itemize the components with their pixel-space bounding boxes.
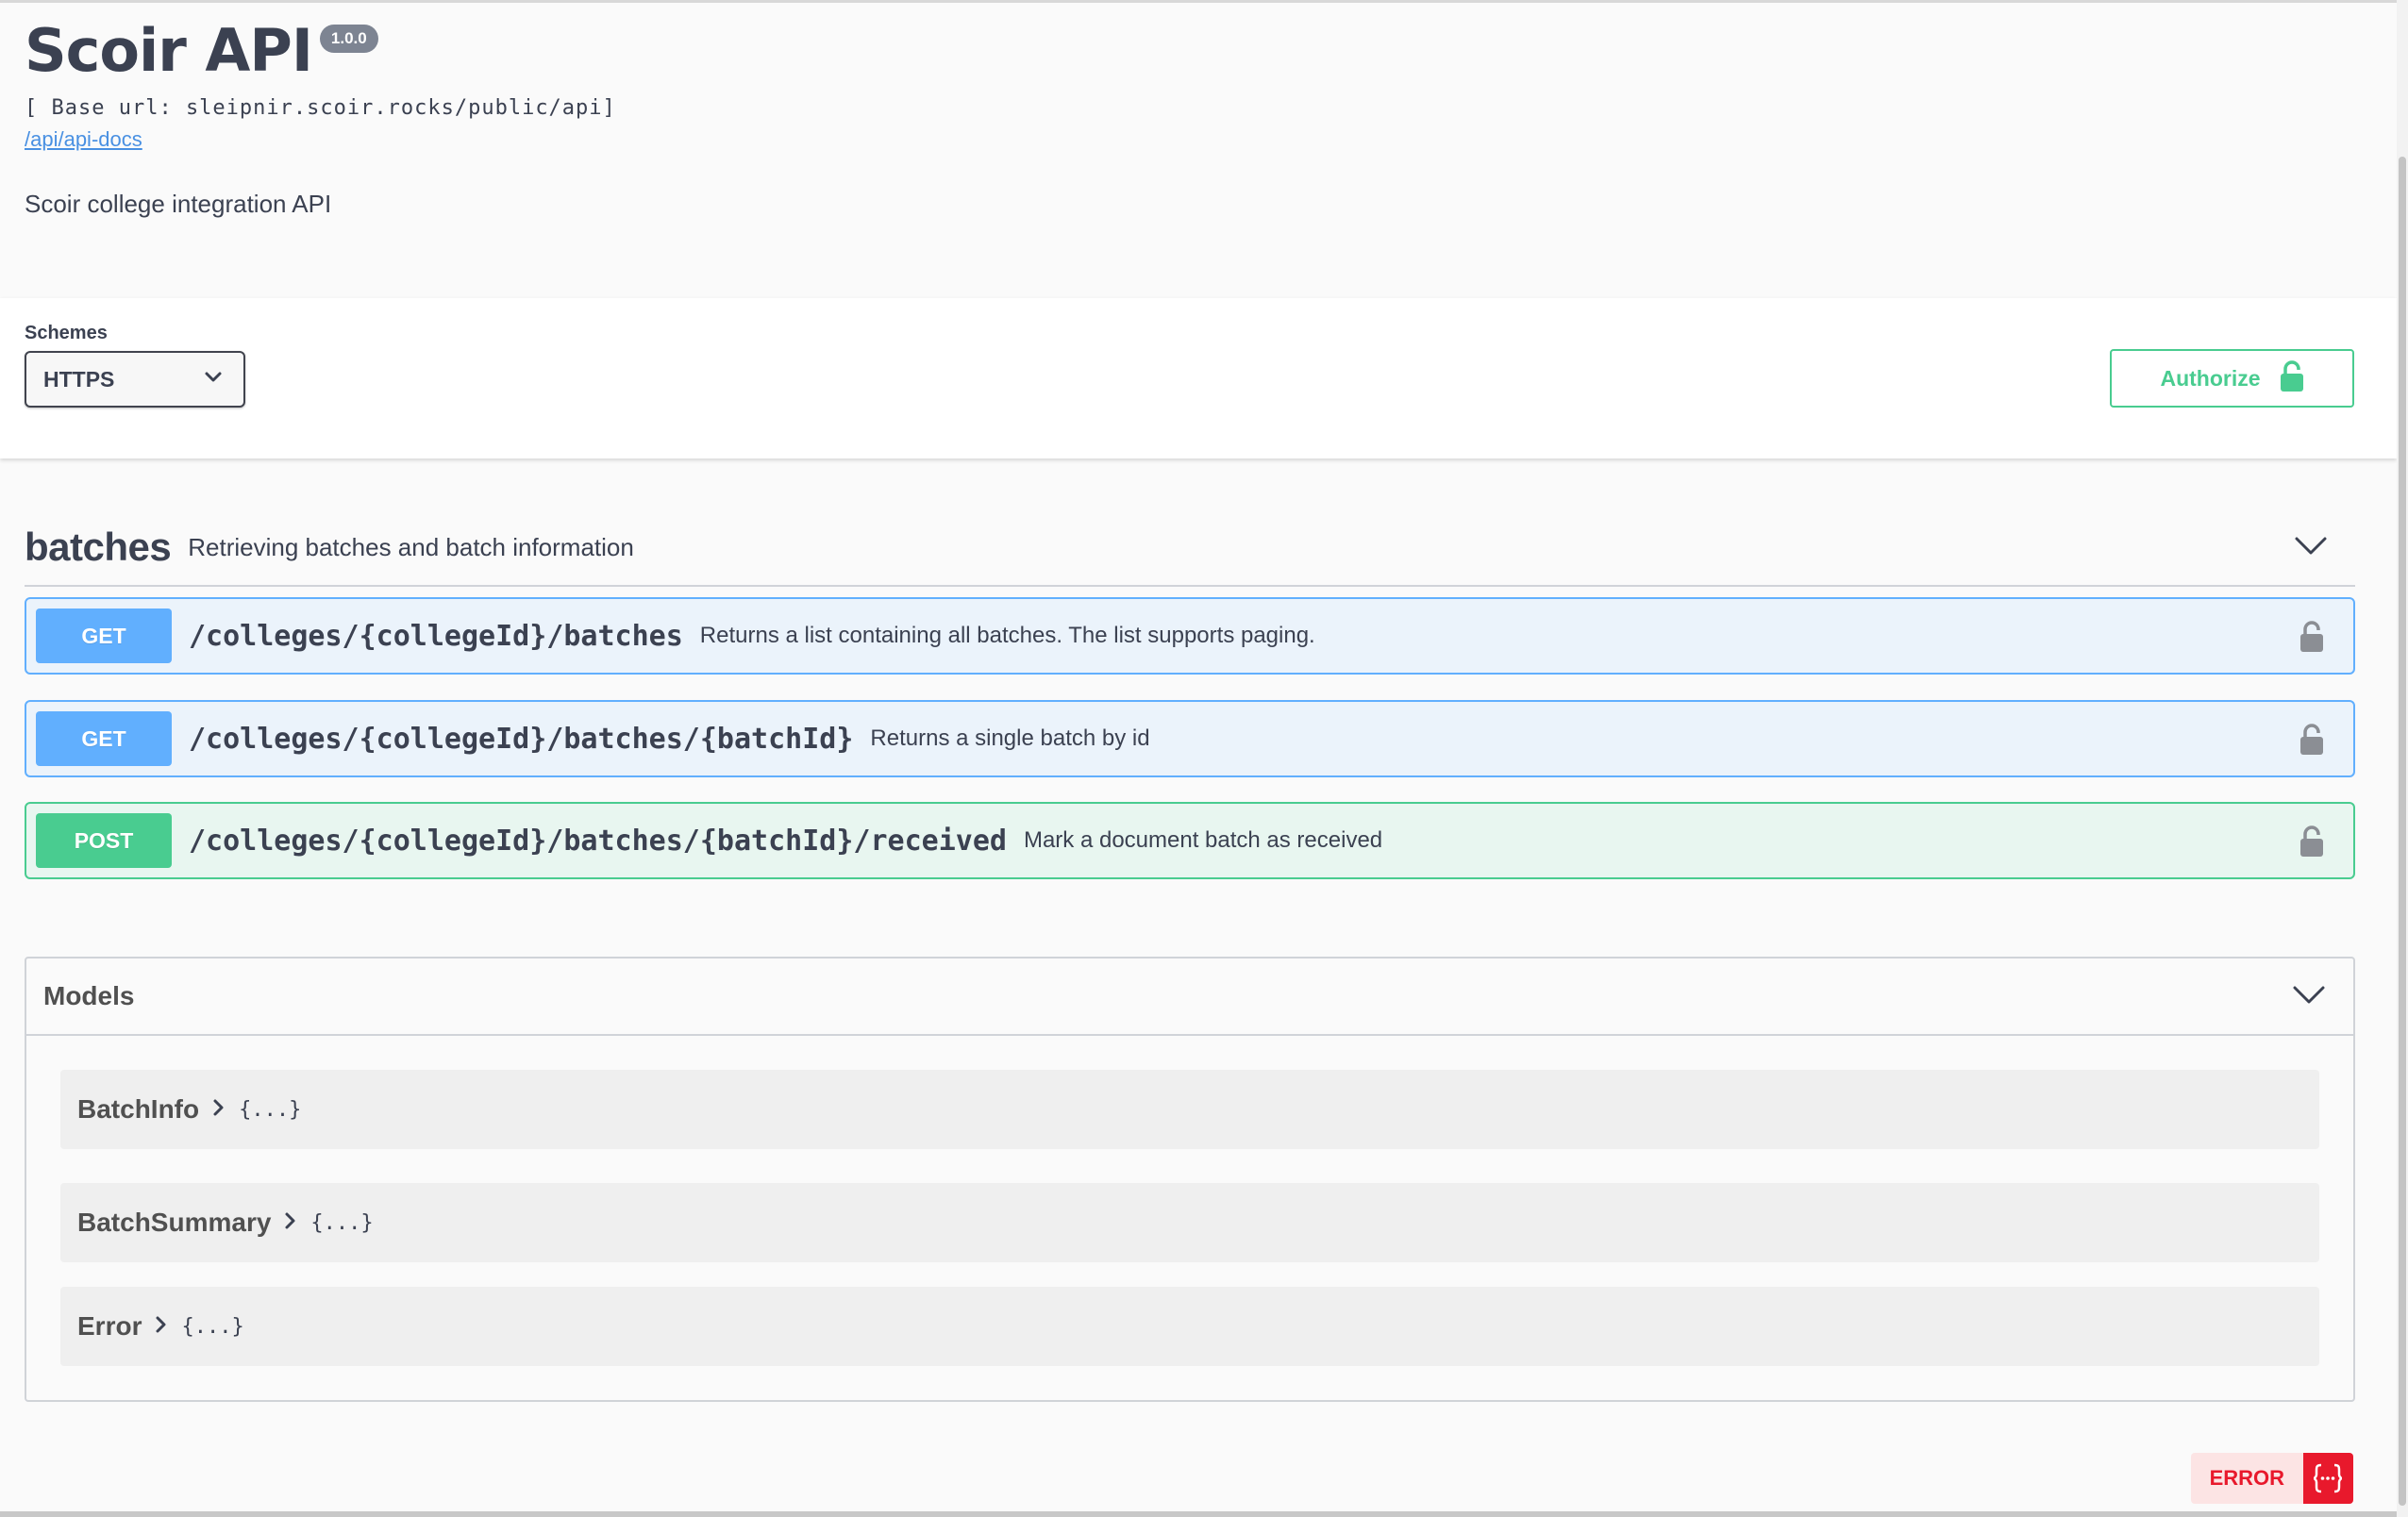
version-badge: 1.0.0 [319,25,378,53]
chevron-down-icon [204,371,223,389]
schemes-selected-value: HTTPS [43,366,115,392]
model-collapsed-brace: {...} [181,1314,244,1339]
chevron-right-icon [284,1210,297,1236]
model-name: BatchSummary [77,1208,272,1237]
chevron-right-icon [155,1314,168,1340]
model-collapsed-brace: {...} [310,1210,374,1235]
models-section: Models BatchInfo {...} BatchSummary {...… [25,957,2355,1402]
method-badge: GET [36,608,172,663]
operation-path: /colleges/{collegeId}/batches/{batchId} [189,722,854,756]
tag-name: batches [25,525,172,569]
validator-error-badge[interactable]: ERROR [2191,1453,2353,1504]
model-name: Error [77,1311,142,1341]
method-badge: POST [36,813,172,868]
top-border [0,0,2408,3]
operation-path: /colleges/{collegeId}/batches [189,619,683,653]
scrollbar-thumb[interactable] [2399,157,2406,1506]
authorize-button[interactable]: Authorize [2110,349,2354,408]
operation-summary: Returns a list containing all batches. T… [699,623,1315,648]
title-row: Scoir API 1.0.0 [25,13,2289,89]
operation-summary: Returns a single batch by id [870,725,1150,751]
json-braces-icon [2302,1453,2353,1504]
api-docs-link[interactable]: /api/api-docs [25,127,142,152]
tag-batches-header[interactable]: batches Retrieving batches and batch inf… [25,509,2355,587]
operation-path: /colleges/{collegeId}/batches/{batchId}/… [189,824,1007,858]
model-collapsed-brace: {...} [239,1097,302,1122]
api-description: Scoir college integration API [25,190,332,218]
bottom-border [0,1511,2397,1517]
schemes-select[interactable]: HTTPS [25,351,245,408]
lock-icon[interactable] [2299,825,2325,863]
model-error[interactable]: Error {...} [60,1287,2319,1366]
chevron-down-icon [2293,985,2325,1010]
operation-summary: Mark a document batch as received [1023,827,1383,853]
models-header[interactable]: Models [26,959,2353,1036]
tag-description: Retrieving batches and batch information [188,532,634,561]
chevron-right-icon [212,1097,226,1123]
method-badge: GET [36,711,172,766]
scheme-container: Schemes HTTPS Authorize [0,298,2397,458]
api-title: Scoir API [25,16,313,85]
schemes-label: Schemes [25,323,108,343]
operation-get-batches[interactable]: GET /colleges/{collegeId}/batches Return… [25,597,2355,675]
models-title: Models [43,981,135,1010]
operation-post-batch-received[interactable]: POST /colleges/{collegeId}/batches/{batc… [25,802,2355,879]
operation-get-batch-by-id[interactable]: GET /colleges/{collegeId}/batches/{batch… [25,700,2355,777]
model-name: BatchInfo [77,1094,200,1124]
authorize-label: Authorize [2160,365,2261,391]
chevron-down-icon [2295,536,2327,561]
vertical-scrollbar[interactable] [2397,0,2408,1517]
model-batchsummary[interactable]: BatchSummary {...} [60,1183,2319,1262]
lock-icon[interactable] [2299,723,2325,761]
base-url: [ Base url: sleipnir.scoir.rocks/public/… [25,96,616,120]
lock-icon[interactable] [2299,620,2325,658]
unlock-icon [2280,359,2304,397]
api-info: Scoir API 1.0.0 [ Base url: sleipnir.sco… [25,13,2289,219]
model-batchinfo[interactable]: BatchInfo {...} [60,1070,2319,1149]
validator-error-label: ERROR [2209,1466,2285,1490]
